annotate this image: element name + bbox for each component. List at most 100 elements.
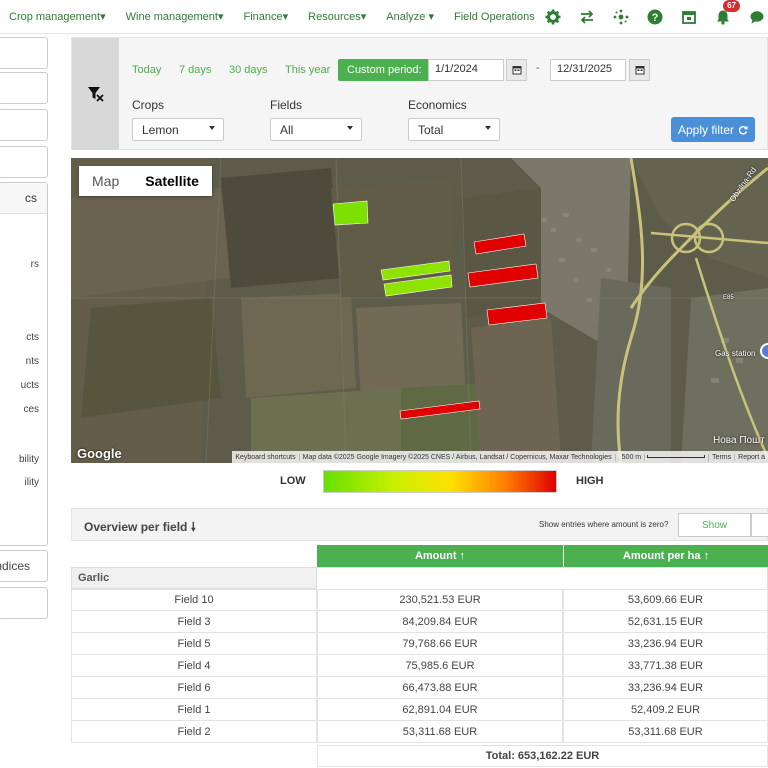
date-to-input[interactable]: 12/31/2025 — [550, 59, 626, 81]
menu-wine-management[interactable]: Wine management▾ — [126, 10, 224, 23]
amount-cell: 62,891.04 EUR — [317, 699, 563, 721]
sidebar-link[interactable]: bility — [19, 454, 39, 465]
table-row[interactable]: Field 2 53,311.68 EUR 53,311.68 EUR — [71, 721, 768, 743]
amount-per-ha-cell: 33,236.94 EUR — [563, 633, 768, 655]
gear-icon[interactable] — [544, 8, 562, 26]
apply-filter-button[interactable]: Apply filter — [671, 117, 755, 142]
map-attribution: Keyboard shortcuts Map data ©2025 Google… — [232, 451, 768, 463]
legend-gradient — [323, 470, 557, 493]
crops-label: Crops — [132, 98, 165, 112]
nav-icons: ? 67 — [528, 0, 768, 34]
scale-value: 500 m — [618, 453, 646, 461]
satellite-imagery — [71, 158, 768, 463]
amount-cell: 66,473.88 EUR — [317, 677, 563, 699]
filter-panel: Today 7 days 30 days This year Custom pe… — [71, 37, 768, 150]
group-row-label: Garlic — [71, 567, 317, 589]
economics-select[interactable]: Total — [408, 118, 500, 141]
sidebar-link[interactable]: rs — [31, 259, 39, 270]
zero-entries-question: Show entries where amount is zero? — [539, 520, 669, 529]
sidebar-link[interactable]: cts — [26, 332, 39, 343]
sidebar-panel-heading[interactable]: cs — [0, 183, 47, 214]
sidebar-item-indices[interactable]: ndices — [0, 550, 48, 582]
sidebar-link[interactable]: nts — [26, 356, 39, 367]
sidebar-link[interactable]: ucts — [21, 380, 39, 391]
field-cell: Field 2 — [71, 721, 317, 743]
amount-per-ha-cell: 52,631.15 EUR — [563, 611, 768, 633]
table-total: Total: 653,162.22 EUR — [317, 745, 768, 767]
apply-filter-label: Apply filter — [677, 122, 735, 137]
date-from-calendar-button[interactable] — [506, 59, 527, 81]
menu-field-operations[interactable]: Field Operations — [454, 11, 535, 23]
overview-title-text: Overview per field — [84, 520, 188, 534]
hide-zero-button[interactable] — [751, 513, 768, 537]
keyboard-shortcuts-link[interactable]: Keyboard shortcuts — [232, 453, 300, 461]
chat-icon[interactable] — [748, 8, 766, 26]
filter-clear-icon — [87, 87, 104, 102]
table-row[interactable]: Field 6 66,473.88 EUR 33,236.94 EUR — [71, 677, 768, 699]
calendar-icon — [635, 66, 644, 75]
period-today[interactable]: Today — [132, 64, 161, 76]
table-row[interactable]: Field 10 230,521.53 EUR 53,609.66 EUR — [71, 589, 768, 611]
menu-label: Analyze — [386, 11, 426, 23]
satellite-tab[interactable]: Satellite — [132, 166, 212, 196]
svg-text:?: ? — [652, 12, 659, 24]
show-zero-button[interactable]: Show — [678, 513, 751, 537]
crops-value: Lemon — [142, 123, 179, 137]
column-amount[interactable]: Amount ↑ — [317, 545, 563, 567]
map-tab[interactable]: Map — [79, 166, 132, 196]
help-icon[interactable]: ? — [646, 8, 664, 26]
clear-filter-button[interactable] — [72, 38, 119, 150]
period-7-days[interactable]: 7 days — [179, 64, 211, 76]
period-custom[interactable]: Custom period: — [338, 59, 431, 81]
sidebar-item[interactable] — [0, 37, 48, 69]
period-this-year[interactable]: This year — [285, 64, 330, 76]
economics-label: Economics — [408, 98, 467, 112]
legend-high-label: HIGH — [576, 475, 604, 487]
economics-value: Total — [418, 123, 444, 137]
menu-crop-management[interactable]: Crop management▾ — [9, 10, 106, 23]
fields-value: All — [280, 123, 294, 137]
menu-label: Crop management — [9, 11, 101, 23]
menu-analyze[interactable]: Analyze ▾ — [386, 10, 434, 23]
sidebar-item[interactable] — [0, 109, 48, 141]
main-menu: Crop management▾ Wine management▾ Financ… — [0, 0, 551, 34]
calendar-icon[interactable] — [680, 8, 698, 26]
column-amount-per-ha[interactable]: Amount per ha ↑ — [563, 545, 768, 567]
menu-finance[interactable]: Finance▾ — [244, 10, 289, 23]
amount-per-ha-cell: 33,236.94 EUR — [563, 677, 768, 699]
fields-select[interactable]: All — [270, 118, 362, 141]
table-row[interactable]: Field 1 62,891.04 EUR 52,409.2 EUR — [71, 699, 768, 721]
overview-title[interactable]: Overview per field 🠗 — [84, 518, 196, 539]
table-row[interactable]: Field 3 84,209.84 EUR 52,631.15 EUR — [71, 611, 768, 633]
sidebar-item[interactable] — [0, 72, 48, 104]
field-cell: Field 6 — [71, 677, 317, 699]
terms-link[interactable]: Terms — [709, 453, 736, 461]
date-from-input[interactable]: 1/1/2024 — [428, 59, 504, 81]
table-row[interactable]: Field 4 75,985.6 EUR 33,771.38 EUR — [71, 655, 768, 677]
field-cell: Field 4 — [71, 655, 317, 677]
place-label: Нова Пошт — [713, 435, 765, 446]
date-to-calendar-button[interactable] — [629, 59, 650, 81]
google-logo: Google — [77, 446, 122, 461]
report-link[interactable]: Report a — [735, 454, 768, 461]
overview-header: Overview per field 🠗 Show entries where … — [71, 508, 768, 541]
fields-label: Fields — [270, 98, 303, 112]
amount-cell: 75,985.6 EUR — [317, 655, 563, 677]
amount-per-ha-cell: 33,771.38 EUR — [563, 655, 768, 677]
satellite-map[interactable]: Map Satellite Obzilna-Rd E85 Gas station… — [71, 158, 768, 463]
period-30-days[interactable]: 30 days — [229, 64, 268, 76]
gas-station-label: Gas station — [715, 349, 756, 358]
crops-select[interactable]: Lemon — [132, 118, 224, 141]
sidebar-link[interactable]: ces — [23, 404, 39, 415]
field-cell: Field 1 — [71, 699, 317, 721]
exchange-icon[interactable] — [578, 8, 596, 26]
scale-bar — [647, 455, 706, 459]
sidebar-item[interactable] — [0, 146, 48, 178]
menu-resources[interactable]: Resources▾ — [308, 10, 366, 23]
sidebar-link[interactable]: ility — [25, 477, 39, 488]
network-icon[interactable] — [612, 8, 630, 26]
bell-icon[interactable]: 67 — [714, 0, 740, 26]
calendar-icon — [512, 66, 521, 75]
table-row[interactable]: Field 5 79,768.66 EUR 33,236.94 EUR — [71, 633, 768, 655]
sidebar-item[interactable] — [0, 587, 48, 619]
